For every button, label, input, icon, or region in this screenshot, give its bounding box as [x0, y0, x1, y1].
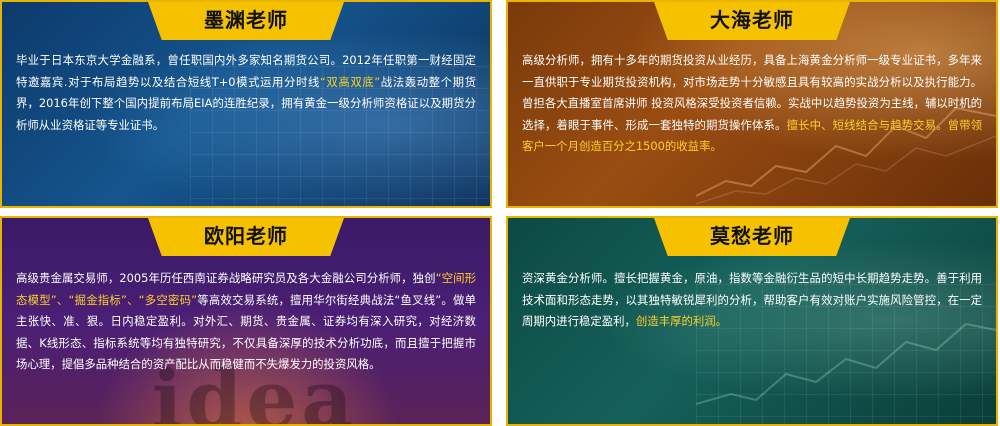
bio-text: 高级贵金属交易师，2005年历任西南证券战略研究员及各大金融公司分析师，独创	[16, 271, 436, 285]
teacher-bio: 资深黄金分析师。擅长把握黄金，原油，指数等金融衍生品的短中长期趋势走势。善于利用…	[522, 268, 982, 333]
bio-highlight: 创造丰厚的利润。	[635, 314, 728, 328]
teacher-bio: 高级贵金属交易师，2005年历任西南证券战略研究员及各大金融公司分析师，独创“空…	[16, 268, 476, 376]
teacher-bio: 高级分析师，拥有十多年的期货投资从业经历，具备上海黄金分析师一级专业证书，多年来…	[522, 50, 982, 158]
teacher-card-mochou: 莫愁老师 资深黄金分析师。擅长把握黄金，原油，指数等金融衍生品的短中长期趋势走势…	[506, 216, 998, 426]
bio-highlight: “双高双底”	[319, 74, 381, 89]
teacher-card-ouyang: idea 欧阳老师 高级贵金属交易师，2005年历任西南证券战略研究员及各大金融…	[0, 216, 492, 426]
teacher-name-tab: 欧阳老师	[148, 218, 344, 256]
bio-text: 资深黄金分析师。擅长把握黄金，原油，指数等金融衍生品的短中长期趋势走势。善于利用…	[522, 271, 982, 328]
teacher-card-moyuan: 墨渊老师 毕业于日本东京大学金融系，曾任职国内外多家知名期货公司。2012年任职…	[0, 0, 492, 208]
teacher-name-tab: 墨渊老师	[148, 2, 344, 40]
teacher-name-tab: 大海老师	[654, 2, 850, 40]
teacher-bio: 毕业于日本东京大学金融系，曾任职国内外多家知名期货公司。2012年任职第一财经固…	[16, 50, 476, 136]
teacher-name-tab: 莫愁老师	[654, 218, 850, 256]
teacher-card-dahai: 大海老师 高级分析师，拥有十多年的期货投资从业经历，具备上海黄金分析师一级专业证…	[506, 0, 998, 208]
